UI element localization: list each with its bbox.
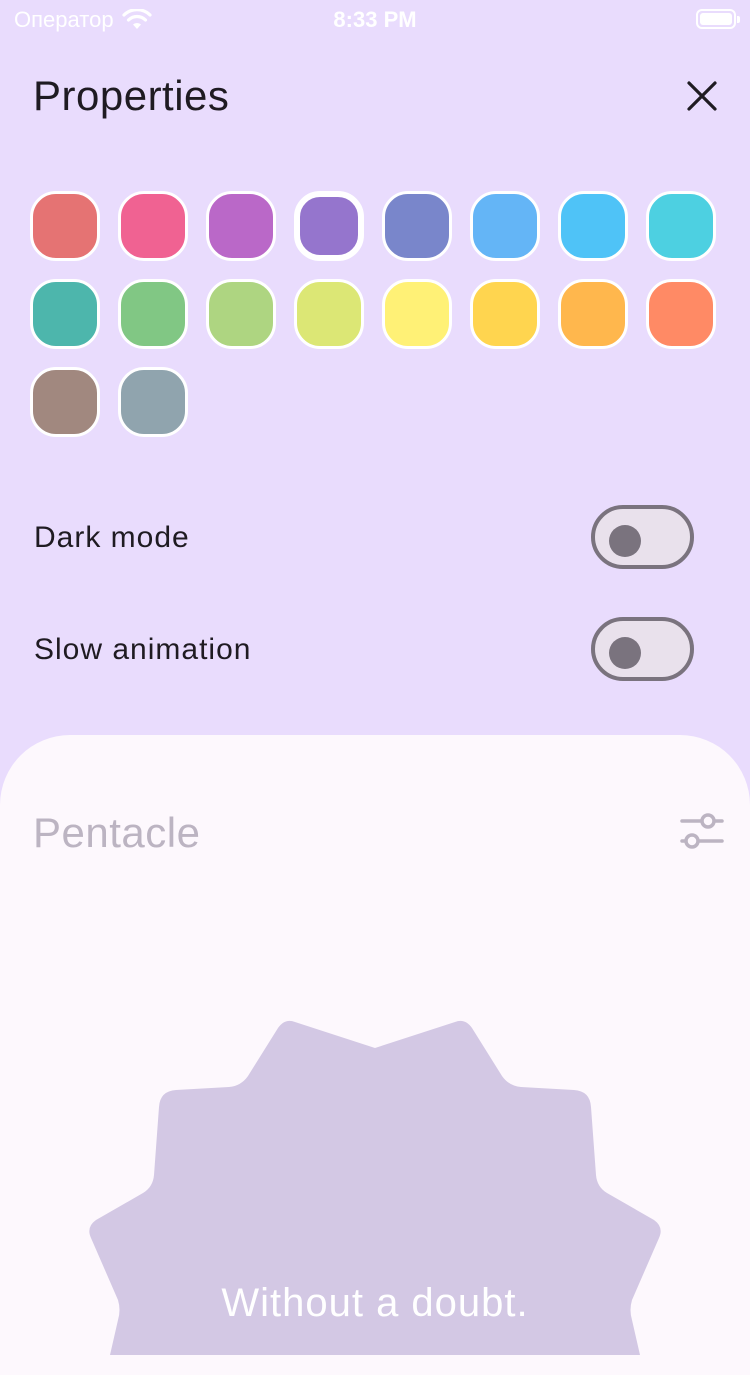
dark-mode-toggle[interactable] — [591, 505, 694, 569]
color-swatch[interactable] — [118, 191, 188, 261]
status-time: 8:33 PM — [333, 7, 417, 32]
answer-text: Without a doubt. — [221, 1281, 529, 1325]
color-swatch[interactable] — [294, 279, 364, 349]
tune-button[interactable] — [678, 807, 726, 855]
color-swatch[interactable] — [646, 191, 716, 261]
color-swatch[interactable] — [558, 191, 628, 261]
dark-mode-row: Dark mode — [34, 505, 694, 569]
color-swatch[interactable] — [30, 367, 100, 437]
close-icon — [687, 81, 717, 111]
slow-animation-toggle[interactable] — [591, 617, 694, 681]
battery-icon — [696, 9, 740, 29]
page-title: Properties — [33, 72, 230, 119]
color-swatch[interactable] — [206, 191, 276, 261]
color-swatch[interactable] — [206, 279, 276, 349]
close-button[interactable] — [678, 72, 726, 120]
slow-animation-label: Slow animation — [34, 633, 252, 666]
color-swatch[interactable] — [470, 191, 540, 261]
card-title: Pentacle — [33, 809, 201, 856]
color-swatch[interactable] — [470, 279, 540, 349]
dark-mode-label: Dark mode — [34, 521, 190, 554]
color-swatch[interactable] — [294, 191, 364, 261]
status-bar: Оператор 8:33 PM — [0, 0, 750, 40]
color-swatch[interactable] — [30, 279, 100, 349]
color-swatch[interactable] — [382, 191, 452, 261]
color-swatch[interactable] — [646, 279, 716, 349]
color-swatch[interactable] — [118, 279, 188, 349]
toggle-knob — [609, 637, 641, 669]
slow-animation-row: Slow animation — [34, 617, 694, 681]
tune-icon — [680, 813, 724, 849]
color-swatch[interactable] — [558, 279, 628, 349]
preview-card: Pentacle Without a doubt. — [0, 735, 750, 1375]
toggle-knob — [609, 525, 641, 557]
color-swatch[interactable] — [382, 279, 452, 349]
color-swatch[interactable] — [30, 191, 100, 261]
color-swatch[interactable] — [118, 367, 188, 437]
